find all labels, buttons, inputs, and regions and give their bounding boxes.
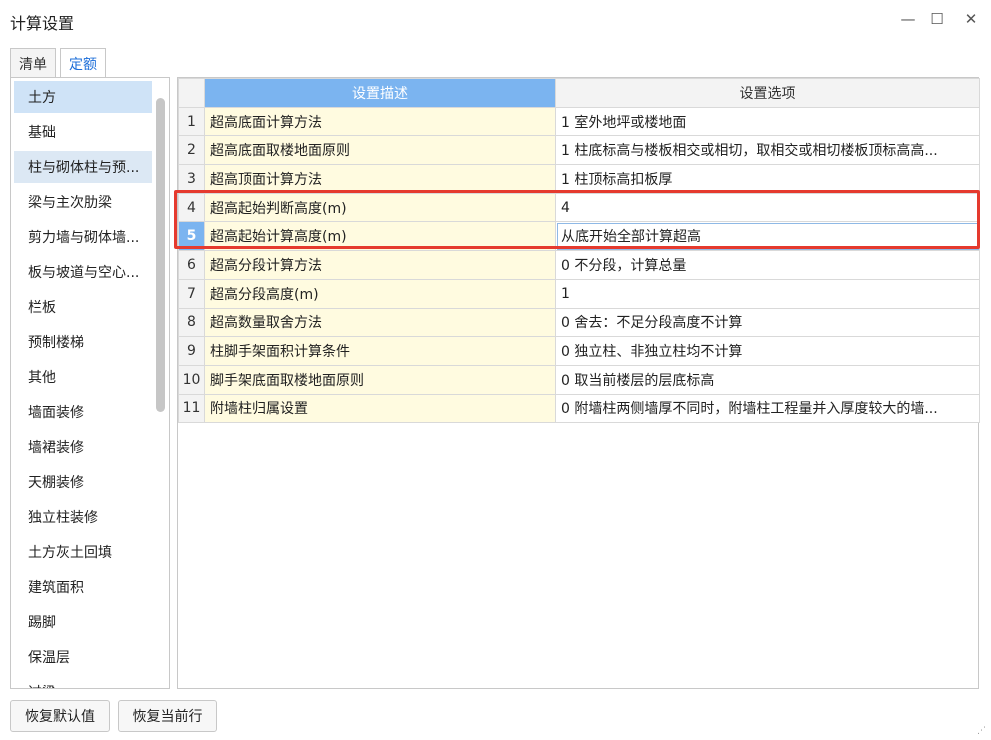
maximize-icon[interactable]: ☐ — [926, 8, 948, 30]
table-header-row: 设置描述 设置选项 — [178, 78, 980, 108]
setting-option[interactable]: 1 — [555, 278, 980, 309]
title-bar: 计算设置 — ☐ ✕ — [0, 0, 991, 42]
table-row[interactable]: 7 超高分段高度(m) 1 — [178, 278, 980, 309]
row-number: 8 — [178, 307, 205, 338]
resize-grip-icon[interactable]: ⋰ — [977, 726, 987, 736]
category-item[interactable]: 墙面装修 — [14, 396, 152, 428]
table-row[interactable]: 2 超高底面取楼地面原则 1 柱底标高与楼板相交或相切，取相交或相切楼板顶标高高… — [178, 135, 980, 166]
category-scrollbar[interactable] — [156, 98, 165, 412]
setting-option[interactable]: 1 柱顶标高扣板厚 — [555, 164, 980, 194]
tab-quota[interactable]: 定额 — [60, 48, 106, 79]
category-item[interactable]: 土方 — [14, 81, 152, 113]
setting-desc: 超高底面取楼地面原则 — [204, 135, 556, 166]
setting-option[interactable]: 从底开始全部计算超高 — [555, 221, 980, 252]
row-number-header — [178, 78, 205, 108]
table-row[interactable]: 1 超高底面计算方法 1 室外地坪或楼地面 — [178, 106, 980, 137]
table-row[interactable]: 3 超高顶面计算方法 1 柱顶标高扣板厚 — [178, 164, 980, 194]
tab-bill[interactable]: 清单 — [10, 48, 56, 78]
setting-desc: 超高分段高度(m) — [204, 278, 556, 309]
setting-option[interactable]: 0 不分段，计算总量 — [555, 250, 980, 280]
table-row[interactable]: 6 超高分段计算方法 0 不分段，计算总量 — [178, 250, 980, 280]
setting-desc: 超高底面计算方法 — [204, 106, 556, 137]
category-item[interactable]: 独立柱装修 — [14, 501, 152, 533]
setting-option[interactable]: 4 — [555, 192, 980, 223]
category-item[interactable]: 柱与砌体柱与预... — [14, 151, 152, 183]
category-item[interactable]: 剪力墙与砌体墙... — [14, 221, 152, 253]
setting-desc: 超高起始计算高度(m) — [204, 221, 556, 252]
setting-option[interactable]: 0 舍去：不足分段高度不计算 — [555, 307, 980, 338]
column-header-desc[interactable]: 设置描述 — [204, 78, 556, 108]
category-item[interactable]: 基础 — [14, 116, 152, 148]
setting-option[interactable]: 0 附墙柱两侧墙厚不同时，附墙柱工程量并入厚度较大的墙... — [555, 393, 980, 424]
table-row[interactable]: 8 超高数量取舍方法 0 舍去：不足分段高度不计算 — [178, 307, 980, 338]
settings-table: 设置描述 设置选项 1 超高底面计算方法 1 室外地坪或楼地面 2 超高底面取楼… — [178, 78, 980, 424]
setting-option[interactable]: 0 独立柱、非独立柱均不计算 — [555, 336, 980, 366]
category-item[interactable]: 建筑面积 — [14, 571, 152, 603]
table-row[interactable]: 11 附墙柱归属设置 0 附墙柱两侧墙厚不同时，附墙柱工程量并入厚度较大的墙..… — [178, 393, 980, 424]
row-number: 11 — [178, 393, 205, 424]
category-list: 土方 基础 柱与砌体柱与预... 梁与主次肋梁 剪力墙与砌体墙... 板与坡道与… — [10, 77, 170, 689]
setting-desc: 超高数量取舍方法 — [204, 307, 556, 338]
restore-default-button[interactable]: 恢复默认值 — [10, 700, 110, 732]
row-number: 7 — [178, 278, 205, 309]
restore-current-row-button[interactable]: 恢复当前行 — [118, 700, 217, 732]
category-item[interactable]: 天棚装修 — [14, 466, 152, 498]
column-header-option[interactable]: 设置选项 — [555, 78, 980, 108]
window-title: 计算设置 — [10, 14, 75, 33]
setting-desc: 超高起始判断高度(m) — [204, 192, 556, 223]
row-number: 3 — [178, 164, 205, 194]
row-number: 4 — [178, 192, 205, 223]
setting-desc: 柱脚手架面积计算条件 — [204, 336, 556, 366]
category-item[interactable]: 梁与主次肋梁 — [14, 186, 152, 218]
setting-desc: 附墙柱归属设置 — [204, 393, 556, 424]
category-item[interactable]: 预制楼梯 — [14, 326, 152, 358]
category-item[interactable]: 其他 — [14, 361, 152, 393]
category-item[interactable]: 过梁 — [14, 676, 152, 688]
settings-grid: 设置描述 设置选项 1 超高底面计算方法 1 室外地坪或楼地面 2 超高底面取楼… — [177, 77, 980, 689]
row-number: 2 — [178, 135, 205, 166]
close-icon[interactable]: ✕ — [960, 8, 982, 30]
row-number: 6 — [178, 250, 205, 280]
minimize-icon[interactable]: — — [897, 8, 919, 30]
table-row[interactable]: 4 超高起始判断高度(m) 4 — [178, 192, 980, 223]
category-item[interactable]: 踢脚 — [14, 606, 152, 638]
row-number: 10 — [178, 364, 205, 395]
category-item[interactable]: 土方灰土回填 — [14, 536, 152, 568]
row-number: 5 — [178, 221, 205, 252]
category-item[interactable]: 保温层 — [14, 641, 152, 673]
category-item[interactable]: 墙裙装修 — [14, 431, 152, 463]
table-row-current[interactable]: 5 超高起始计算高度(m) 从底开始全部计算超高 — [178, 221, 980, 252]
category-item[interactable]: 板与坡道与空心... — [14, 256, 152, 288]
setting-option[interactable]: 1 柱底标高与楼板相交或相切，取相交或相切楼板顶标高高... — [555, 135, 980, 166]
setting-option[interactable]: 1 室外地坪或楼地面 — [555, 106, 980, 137]
setting-option[interactable]: 0 取当前楼层的层底标高 — [555, 364, 980, 395]
row-number: 1 — [178, 106, 205, 137]
setting-desc: 超高顶面计算方法 — [204, 164, 556, 194]
table-row[interactable]: 9 柱脚手架面积计算条件 0 独立柱、非独立柱均不计算 — [178, 336, 980, 366]
category-item[interactable]: 栏板 — [14, 291, 152, 323]
table-row[interactable]: 10 脚手架底面取楼地面原则 0 取当前楼层的层底标高 — [178, 364, 980, 395]
row-number: 9 — [178, 336, 205, 366]
setting-desc: 脚手架底面取楼地面原则 — [204, 364, 556, 395]
setting-desc: 超高分段计算方法 — [204, 250, 556, 280]
